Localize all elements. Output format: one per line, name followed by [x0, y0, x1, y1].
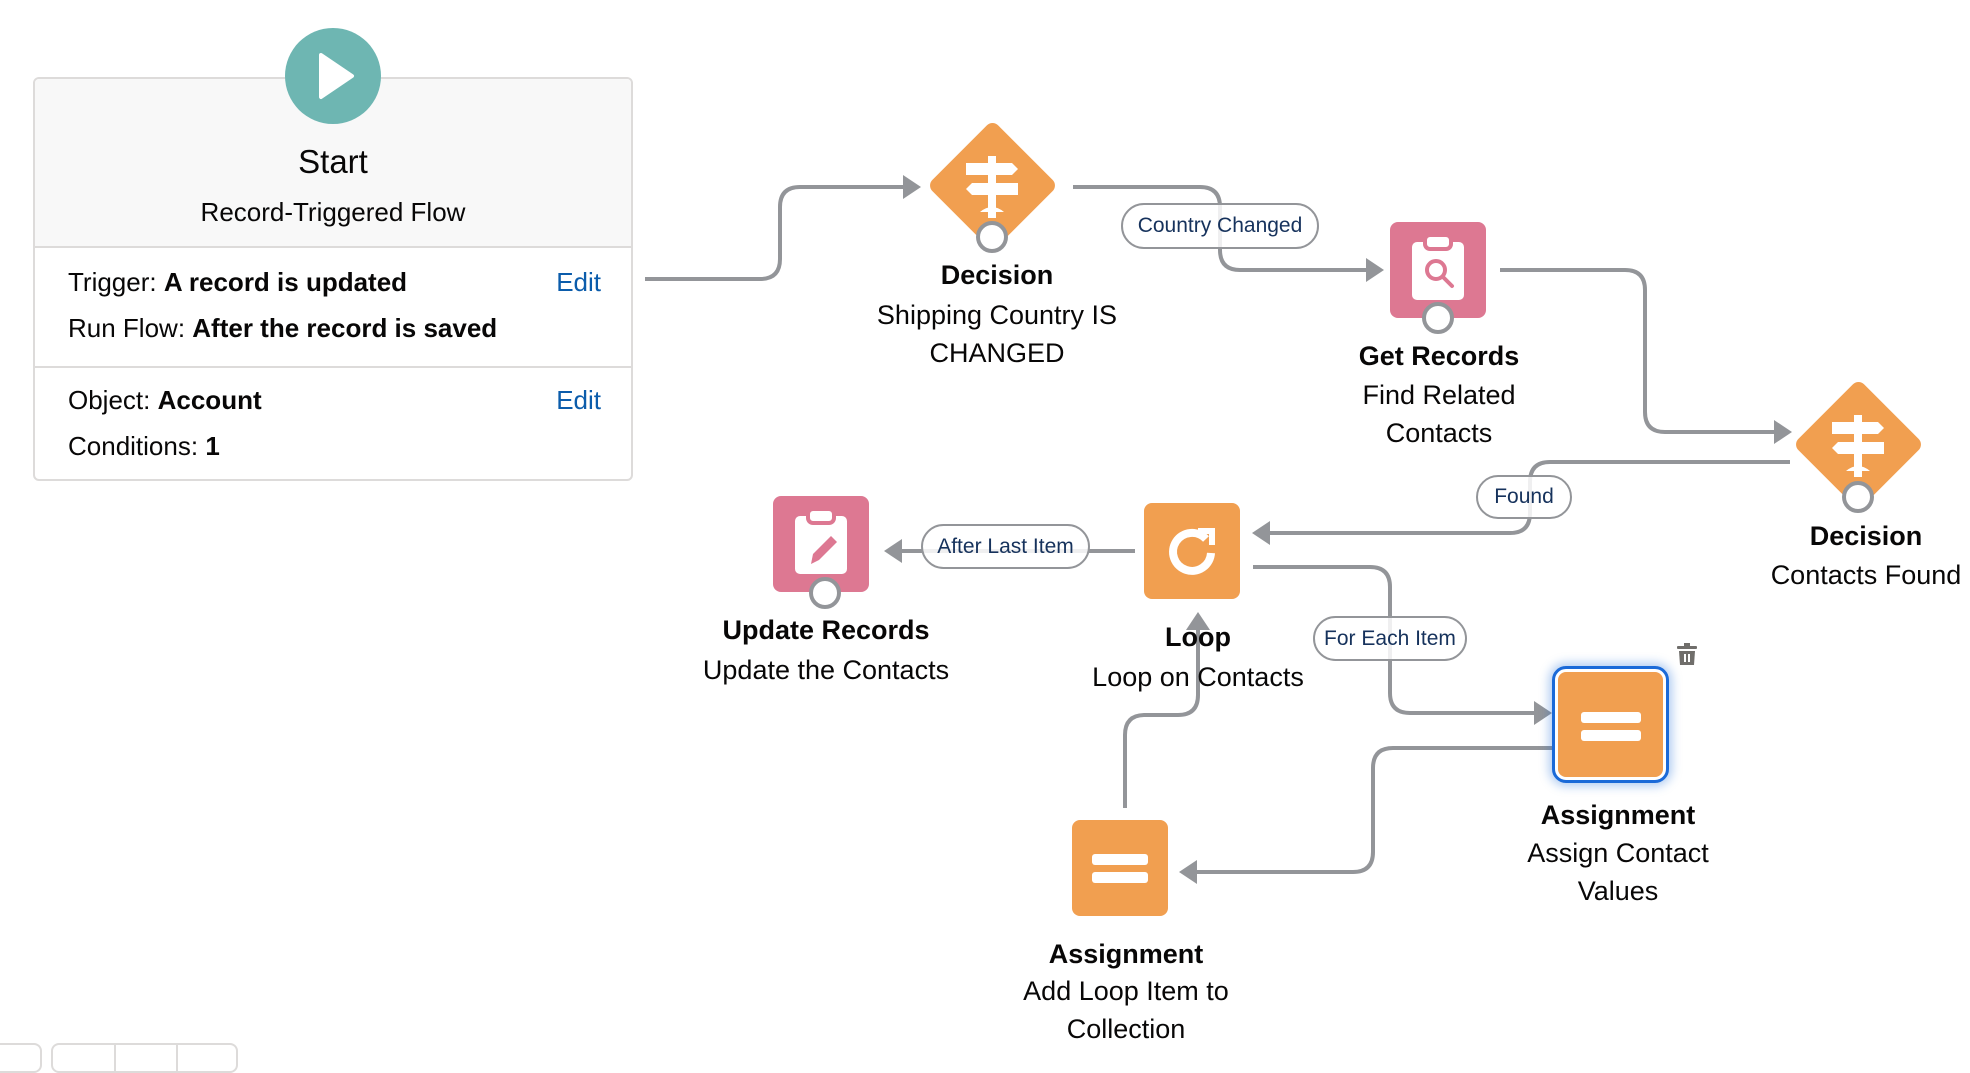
arrowhead	[884, 539, 902, 563]
flow-canvas[interactable]: Start Record-Triggered Flow Trigger: A r…	[0, 0, 1970, 1073]
zoom-divider	[176, 1045, 178, 1071]
node-type: Decision	[1809, 521, 1923, 551]
connector-endpoint[interactable]	[1842, 481, 1874, 513]
equals-icon	[1092, 872, 1148, 883]
arrowhead	[1252, 521, 1270, 545]
node-label-line: Contacts Found	[1770, 560, 1962, 590]
node-label-line: Shipping Country IS	[876, 300, 1118, 330]
node-label-line: Values	[1577, 876, 1659, 906]
connector-label-for-each-item[interactable]: For Each Item	[1313, 616, 1467, 661]
node-label-line: Loop on Contacts	[1092, 662, 1304, 692]
zoom-control-group	[51, 1043, 238, 1073]
signpost-icon	[966, 156, 1018, 218]
trash-icon[interactable]	[1676, 642, 1698, 666]
run-flow-value: After the record is saved	[192, 313, 498, 343]
arrowhead	[1179, 860, 1197, 884]
node-label-line: Assign Contact	[1527, 838, 1709, 868]
run-flow-row: Run Flow: After the record is saved	[68, 313, 497, 344]
equals-icon	[1580, 730, 1641, 741]
node-label-line: CHANGED	[929, 338, 1065, 368]
connector-endpoint[interactable]	[1422, 302, 1454, 334]
play-icon[interactable]	[285, 28, 381, 124]
connector-label-after-last-item[interactable]: After Last Item	[921, 524, 1090, 569]
object-label: Object:	[68, 385, 151, 415]
trigger-section: Trigger: A record is updated Edit Run Fl…	[35, 247, 631, 368]
trigger-value: A record is updated	[163, 267, 408, 297]
start-subtitle: Record-Triggered Flow	[200, 197, 466, 227]
conditions-value: 1	[205, 431, 220, 461]
node-label-line: Find Related	[1362, 380, 1516, 410]
run-flow-label: Run Flow:	[68, 313, 186, 343]
trigger-label: Trigger:	[68, 267, 157, 297]
node-label-line: Collection	[1066, 1014, 1186, 1044]
zoom-divider	[114, 1045, 116, 1071]
node-type: Assignment	[1048, 939, 1204, 969]
node-type: Get Records	[1358, 341, 1520, 371]
connector-back-to-loop[interactable]	[1123, 628, 1200, 808]
signpost-icon	[1832, 415, 1884, 477]
arrowhead	[1774, 420, 1792, 444]
edit-trigger-link[interactable]: Edit	[556, 267, 601, 298]
edit-object-link[interactable]: Edit	[556, 385, 601, 416]
arrowhead	[1534, 701, 1552, 725]
node-type: Loop	[1165, 622, 1231, 652]
arrowhead	[1366, 258, 1384, 282]
connector-label-country-changed[interactable]: Country Changed	[1121, 203, 1319, 249]
clipboard-edit-icon	[795, 507, 847, 574]
object-row: Object: Account	[68, 385, 262, 416]
connector-label-found[interactable]: Found	[1476, 475, 1572, 519]
node-label-line: Add Loop Item to	[1023, 976, 1229, 1006]
loop-icon	[1169, 528, 1215, 575]
conditions-label: Conditions:	[68, 431, 199, 461]
assignment-box[interactable]	[1072, 820, 1168, 916]
trigger-row: Trigger: A record is updated	[68, 267, 407, 298]
selection-outline[interactable]	[1552, 666, 1669, 783]
canvas-control-button[interactable]	[0, 1043, 42, 1073]
equals-icon	[1092, 854, 1148, 865]
arrowhead	[903, 175, 921, 199]
node-type: Decision	[940, 260, 1054, 290]
assignment-box[interactable]	[1558, 672, 1663, 777]
node-label-line: Contacts	[1385, 418, 1493, 448]
node-type: Update Records	[722, 615, 930, 645]
node-label-line: Update the Contacts	[702, 655, 950, 685]
connector-endpoint[interactable]	[976, 221, 1008, 253]
connector-endpoint[interactable]	[809, 577, 841, 609]
equals-icon	[1580, 712, 1641, 723]
conditions-row: Conditions: 1	[68, 431, 220, 462]
object-value: Account	[157, 385, 262, 415]
clipboard-search-icon	[1412, 233, 1464, 300]
node-type: Assignment	[1540, 800, 1696, 830]
start-title: Start	[298, 143, 368, 180]
start-node-card[interactable]: Start Record-Triggered Flow Trigger: A r…	[33, 77, 633, 481]
